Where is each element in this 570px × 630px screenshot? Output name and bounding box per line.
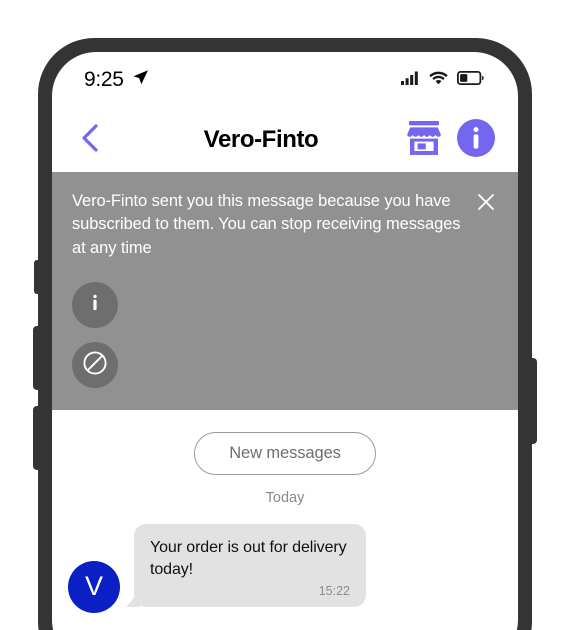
location-arrow-icon	[132, 69, 149, 91]
message-bubble-wrap: Your order is out for delivery today! 15…	[126, 524, 366, 607]
day-separator-label: Today	[265, 490, 305, 507]
storefront-icon	[405, 120, 443, 161]
notice-block-button[interactable]	[72, 342, 118, 389]
status-bar: 9:25	[52, 52, 518, 108]
status-bar-right	[401, 70, 484, 90]
info-letter-icon	[83, 291, 107, 320]
back-button[interactable]	[72, 122, 108, 158]
new-messages-wrap: New messages	[52, 432, 518, 476]
message-timestamp: 15:22	[318, 583, 350, 598]
notice-info-button[interactable]	[72, 282, 118, 329]
volume-down-button[interactable]	[33, 406, 41, 470]
cellular-signal-icon	[401, 71, 420, 90]
screenshot-stage: 9:25 Vero-Finto Vero-Finto sent you this…	[0, 0, 570, 630]
new-messages-button[interactable]: New messages	[194, 432, 376, 476]
avatar: V	[68, 560, 120, 613]
storefront-button[interactable]	[404, 120, 444, 160]
conversation-area: New messages Today V Your order is out f…	[52, 410, 518, 613]
notice-message: Vero-Finto sent you this message because…	[72, 192, 461, 257]
volume-up-button[interactable]	[33, 326, 41, 390]
message-bubble[interactable]: Your order is out for delivery today! 15…	[134, 524, 366, 607]
power-button[interactable]	[529, 358, 537, 444]
wifi-icon	[429, 71, 448, 90]
notice-row: Vero-Finto sent you this message because…	[72, 190, 498, 260]
close-icon	[476, 192, 496, 217]
status-time: 9:25	[84, 68, 124, 91]
block-icon	[81, 349, 109, 382]
message-text: Your order is out for delivery today!	[150, 539, 347, 578]
nav-header: Vero-Finto	[52, 108, 518, 172]
phone-screen: 9:25 Vero-Finto Vero-Finto sent you this…	[52, 52, 518, 630]
nav-actions	[404, 118, 496, 163]
message-row: V Your order is out for delivery today! …	[52, 524, 518, 613]
info-circle-icon	[456, 118, 496, 163]
page-title: Vero-Finto	[203, 126, 319, 153]
status-bar-left: 9:25	[84, 68, 149, 92]
close-notice-button[interactable]	[474, 192, 498, 216]
subscription-notice-panel: Vero-Finto sent you this message because…	[52, 172, 518, 411]
phone-frame: 9:25 Vero-Finto Vero-Finto sent you this…	[33, 38, 537, 630]
silent-switch-button[interactable]	[34, 260, 41, 294]
info-button[interactable]	[456, 118, 496, 163]
battery-icon	[456, 70, 484, 90]
notice-actions	[72, 282, 498, 389]
chevron-left-icon	[80, 123, 100, 158]
